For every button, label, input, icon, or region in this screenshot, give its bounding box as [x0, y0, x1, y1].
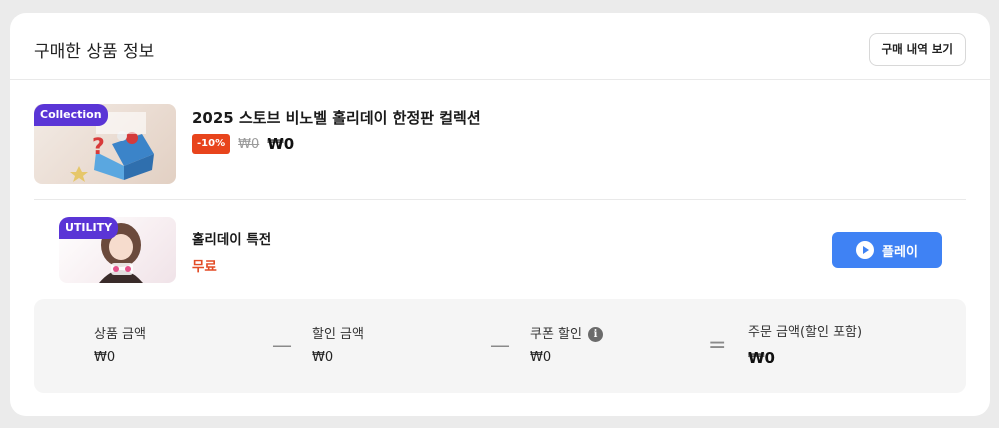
order-amount-value: ₩0	[748, 349, 775, 367]
coupon-discount-label: 쿠폰 할인	[530, 327, 582, 342]
page-title: 구매한 상품 정보	[34, 42, 155, 62]
info-icon[interactable]: i	[587, 327, 603, 342]
discount-amount-label: 할인 금액	[312, 327, 364, 342]
utility-title[interactable]: 홀리데이 특전	[192, 228, 271, 248]
product-title[interactable]: 2025 스토브 비노벨 홀리데이 한정판 컬렉션	[192, 107, 481, 128]
original-price: ₩0	[238, 136, 260, 152]
product-amount-label: 상품 금액	[94, 327, 146, 342]
price-summary: 상품 금액 ₩0 — 할인 금액 ₩0 — 쿠폰 할인 i ₩0 = 주문 금액(…	[34, 299, 966, 393]
play-button-label: 플레이	[882, 244, 918, 260]
card-header: 구매한 상품 정보 구매 내역 보기	[10, 13, 990, 80]
discount-amount-value: ₩0	[312, 350, 334, 365]
minus-operator: —	[490, 333, 510, 357]
coupon-discount-value: ₩0	[530, 350, 552, 365]
svg-text:?: ?	[92, 135, 105, 160]
play-button[interactable]: 플레이	[832, 232, 942, 268]
final-price: ₩0	[267, 135, 295, 153]
equals-operator: =	[708, 333, 727, 358]
discount-badge: -10%	[192, 134, 231, 154]
order-amount-label: 주문 금액(할인 포함)	[748, 325, 863, 340]
collection-badge: Collection	[34, 104, 108, 126]
product-amount-value: ₩0	[94, 350, 116, 365]
utility-badge: UTILITY	[59, 217, 119, 239]
free-price: 무료	[192, 259, 217, 275]
purchased-products-card: 구매한 상품 정보 구매 내역 보기 ? Collection 2025 스토브…	[10, 13, 990, 416]
purchase-history-button[interactable]: 구매 내역 보기	[868, 33, 966, 66]
item-divider	[34, 199, 966, 200]
minus-operator: —	[272, 333, 292, 357]
coupon-discount-label-row: 쿠폰 할인 i	[530, 323, 603, 342]
price-row: -10% ₩0 ₩0	[192, 134, 294, 154]
play-icon	[856, 241, 875, 259]
